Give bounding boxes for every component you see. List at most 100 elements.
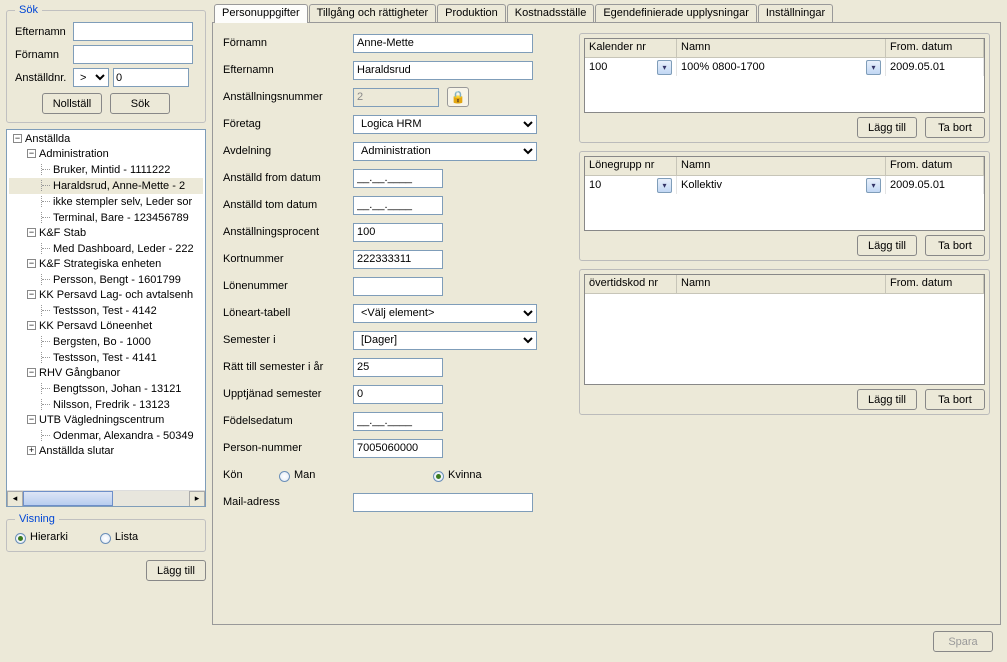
lock-icon[interactable]: 🔒	[447, 87, 469, 107]
chevron-down-icon[interactable]: ▾	[657, 60, 672, 75]
tree-node[interactable]: −Anställda	[9, 132, 203, 147]
tree-node[interactable]: −KK Persavd Löneenhet	[9, 319, 203, 334]
grid-header-cell: Lönegrupp nr	[585, 157, 677, 176]
tab-egendefinierade-upplysningar[interactable]: Egendefinierade upplysningar	[595, 4, 757, 23]
gender-kvinna-radio[interactable]: Kvinna	[433, 469, 563, 481]
radio-icon	[15, 533, 26, 544]
chevron-down-icon[interactable]: ▾	[866, 60, 881, 75]
procent-input[interactable]	[353, 223, 443, 242]
search-efternamn-input[interactable]	[73, 22, 193, 41]
grid-header-cell: Kalender nr	[585, 39, 677, 58]
gender-man-radio[interactable]: Man	[279, 469, 409, 481]
avdelning-select[interactable]: Administration	[353, 142, 537, 161]
grid-header-cell: From. datum	[886, 39, 984, 58]
chevron-down-icon[interactable]: ▾	[657, 178, 672, 193]
grid-remove-button[interactable]: Ta bort	[925, 235, 985, 256]
anstnr-input	[353, 88, 439, 107]
kort-input[interactable]	[353, 250, 443, 269]
tom-input[interactable]	[353, 196, 443, 215]
grid-add-button[interactable]: Lägg till	[857, 117, 917, 138]
search-legend: Sök	[15, 4, 42, 16]
tree-node[interactable]: −KK Persavd Lag- och avtalsenh	[9, 288, 203, 303]
tab-tillg-ng-och-r-ttigheter[interactable]: Tillgång och rättigheter	[309, 4, 437, 23]
view-lista-radio[interactable]: Lista	[100, 531, 138, 543]
tree-node[interactable]: Testsson, Test - 4142	[9, 303, 203, 319]
view-hierarki-radio[interactable]: Hierarki	[15, 531, 68, 543]
procent-label: Anställningsprocent	[223, 226, 353, 238]
tab-produktion[interactable]: Produktion	[437, 4, 506, 23]
avdelning-label: Avdelning	[223, 145, 353, 157]
tree-node[interactable]: Med Dashboard, Leder - 222	[9, 241, 203, 257]
tree-node[interactable]: −RHV Gångbanor	[9, 366, 203, 381]
tree-node[interactable]: Terminal, Bare - 123456789	[9, 210, 203, 226]
tree-node[interactable]: −Administration	[9, 147, 203, 162]
tree-node[interactable]: Testsson, Test - 4141	[9, 350, 203, 366]
semester-select[interactable]: [Dager]	[353, 331, 537, 350]
grid-add-button[interactable]: Lägg till	[857, 235, 917, 256]
ratt-label: Rätt till semester i år	[223, 361, 353, 373]
pnr-label: Person-nummer	[223, 442, 353, 454]
upp-input[interactable]	[353, 385, 443, 404]
grid-overtid: övertidskod nrNamnFrom. datumLägg tillTa…	[579, 269, 990, 415]
search-op-select[interactable]: >	[73, 68, 109, 87]
grid-header-cell: Namn	[677, 39, 886, 58]
from-input[interactable]	[353, 169, 443, 188]
tree-node[interactable]: −UTB Vägledningscentrum	[9, 413, 203, 428]
grid-add-button[interactable]: Lägg till	[857, 389, 917, 410]
employee-tree[interactable]: −Anställda−AdministrationBruker, Mintid …	[6, 129, 206, 507]
search-num-input[interactable]	[113, 68, 189, 87]
grid-remove-button[interactable]: Ta bort	[925, 389, 985, 410]
lone-input[interactable]	[353, 277, 443, 296]
grid-lonegrupp: Lönegrupp nrNamnFrom. datum10▾Kollektiv▾…	[579, 151, 990, 261]
search-fornamn-input[interactable]	[73, 45, 193, 64]
chevron-down-icon[interactable]: ▾	[866, 178, 881, 193]
left-add-button[interactable]: Lägg till	[146, 560, 206, 581]
tree-node[interactable]: Bruker, Mintid - 1111222	[9, 162, 203, 178]
from-label: Anställd from datum	[223, 172, 353, 184]
tree-hscroll[interactable]: ◂ ▸	[7, 490, 205, 506]
mail-label: Mail-adress	[223, 496, 353, 508]
radio-icon	[279, 471, 290, 482]
pnr-input[interactable]	[353, 439, 443, 458]
tree-node[interactable]: +Anställda slutar	[9, 444, 203, 459]
tree-node[interactable]: ikke stempler selv, Leder sor	[9, 194, 203, 210]
tree-node[interactable]: Bengtsson, Johan - 13121	[9, 381, 203, 397]
loneart-label: Löneart-tabell	[223, 307, 353, 319]
scroll-left-icon[interactable]: ◂	[7, 491, 23, 507]
efternamn-input[interactable]	[353, 61, 533, 80]
fodelse-label: Födelsedatum	[223, 415, 353, 427]
grid-row[interactable]: 100▾100% 0800-1700▾2009.05.01	[585, 58, 984, 76]
search-fornamn-label: Förnamn	[15, 49, 73, 61]
mail-input[interactable]	[353, 493, 533, 512]
tree-node[interactable]: −K&F Stab	[9, 226, 203, 241]
search-efternamn-label: Efternamn	[15, 26, 73, 38]
sok-button[interactable]: Sök	[110, 93, 170, 114]
scroll-right-icon[interactable]: ▸	[189, 491, 205, 507]
tree-node[interactable]: Nilsson, Fredrik - 13123	[9, 397, 203, 413]
tree-node[interactable]: Bergsten, Bo - 1000	[9, 334, 203, 350]
tree-node[interactable]: −K&F Strategiska enheten	[9, 257, 203, 272]
grid-header-cell: From. datum	[886, 275, 984, 294]
fodelse-input[interactable]	[353, 412, 443, 431]
tab-personuppgifter[interactable]: Personuppgifter	[214, 4, 308, 23]
tree-node[interactable]: Persson, Bengt - 1601799	[9, 272, 203, 288]
grid-row[interactable]: 10▾Kollektiv▾2009.05.01	[585, 176, 984, 194]
loneart-select[interactable]: <Välj element>	[353, 304, 537, 323]
foretag-select[interactable]: Logica HRM	[353, 115, 537, 134]
ratt-input[interactable]	[353, 358, 443, 377]
foretag-label: Företag	[223, 118, 353, 130]
fornamn-input[interactable]	[353, 34, 533, 53]
search-box: Sök Efternamn Förnamn Anställdnr. > Noll…	[6, 4, 206, 123]
save-button[interactable]: Spara	[933, 631, 993, 652]
tab-kostnadsst-lle[interactable]: Kostnadsställe	[507, 4, 595, 23]
tab-inst-llningar[interactable]: Inställningar	[758, 4, 833, 23]
grid-kalender: Kalender nrNamnFrom. datum100▾100% 0800-…	[579, 33, 990, 143]
nollstall-button[interactable]: Nollställ	[42, 93, 103, 114]
radio-icon	[433, 471, 444, 482]
tree-node[interactable]: Odenmar, Alexandra - 50349	[9, 428, 203, 444]
grid-header-cell: Namn	[677, 157, 886, 176]
grid-remove-button[interactable]: Ta bort	[925, 117, 985, 138]
view-box: Visning Hierarki Lista	[6, 513, 206, 552]
scroll-thumb[interactable]	[23, 491, 113, 506]
tree-node[interactable]: Haraldsrud, Anne-Mette - 2	[9, 178, 203, 194]
